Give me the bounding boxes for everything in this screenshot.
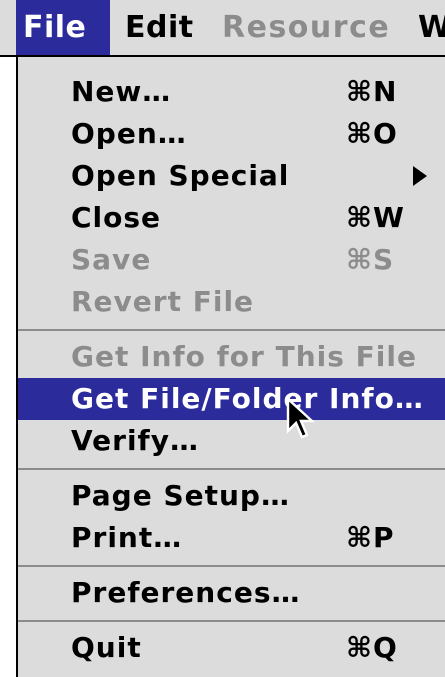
menu-edit[interactable]: Edit <box>125 0 194 55</box>
menu-item-close[interactable]: Close ⌘W <box>18 197 445 239</box>
menu-item-page-setup[interactable]: Page Setup… <box>18 475 445 517</box>
keyboard-shortcut: ⌘N <box>346 75 398 108</box>
keyboard-shortcut: ⌘S <box>346 243 395 276</box>
menu-item-label: Get Info for This File <box>71 340 417 373</box>
menu-item-label: Revert File <box>71 285 255 318</box>
submenu-arrow-icon <box>413 166 427 186</box>
menu-item-open-special[interactable]: Open Special <box>18 155 445 197</box>
menu-window[interactable]: W <box>418 0 445 55</box>
arrow-cursor-icon <box>286 397 316 439</box>
file-menu-dropdown: New… ⌘N Open… ⌘O Open Special Close ⌘W S… <box>16 57 445 677</box>
menu-separator <box>18 565 445 567</box>
keyboard-shortcut: ⌘P <box>346 521 395 554</box>
keyboard-shortcut: ⌘W <box>346 201 405 234</box>
menu-item-verify[interactable]: Verify… <box>18 420 445 462</box>
menu-item-label: Verify… <box>71 424 199 457</box>
menu-item-label: Close <box>71 201 162 234</box>
menu-item-print[interactable]: Print… ⌘P <box>18 517 445 559</box>
menu-bar: File Edit Resource W <box>0 0 445 57</box>
menu-file[interactable]: File <box>16 0 110 55</box>
menu-item-get-file-folder-info[interactable]: Get File/Folder Info… <box>18 378 445 420</box>
menu-item-label: Print… <box>71 521 183 554</box>
keyboard-shortcut: ⌘Q <box>346 631 398 664</box>
menu-separator <box>18 620 445 622</box>
menu-item-label: Open… <box>71 117 187 150</box>
menu-item-open[interactable]: Open… ⌘O <box>18 113 445 155</box>
menu-item-preferences[interactable]: Preferences… <box>18 572 445 614</box>
menu-item-label: Open Special <box>71 159 290 192</box>
menu-item-revert-file[interactable]: Revert File <box>18 281 445 323</box>
menu-item-label: Quit <box>71 631 142 664</box>
menu-separator <box>18 468 445 470</box>
menu-item-label: New… <box>71 75 172 108</box>
menu-item-quit[interactable]: Quit ⌘Q <box>18 627 445 669</box>
menu-item-label: Get File/Folder Info… <box>71 382 424 415</box>
keyboard-shortcut: ⌘O <box>346 117 398 150</box>
menu-item-label: Save <box>71 243 152 276</box>
menu-item-label: Page Setup… <box>71 479 290 512</box>
menu-item-new[interactable]: New… ⌘N <box>18 71 445 113</box>
menu-resource[interactable]: Resource <box>222 0 390 55</box>
menu-separator <box>18 329 445 331</box>
menu-item-get-info-this-file[interactable]: Get Info for This File <box>18 336 445 378</box>
menu-item-save[interactable]: Save ⌘S <box>18 239 445 281</box>
menu-item-label: Preferences… <box>71 576 301 609</box>
